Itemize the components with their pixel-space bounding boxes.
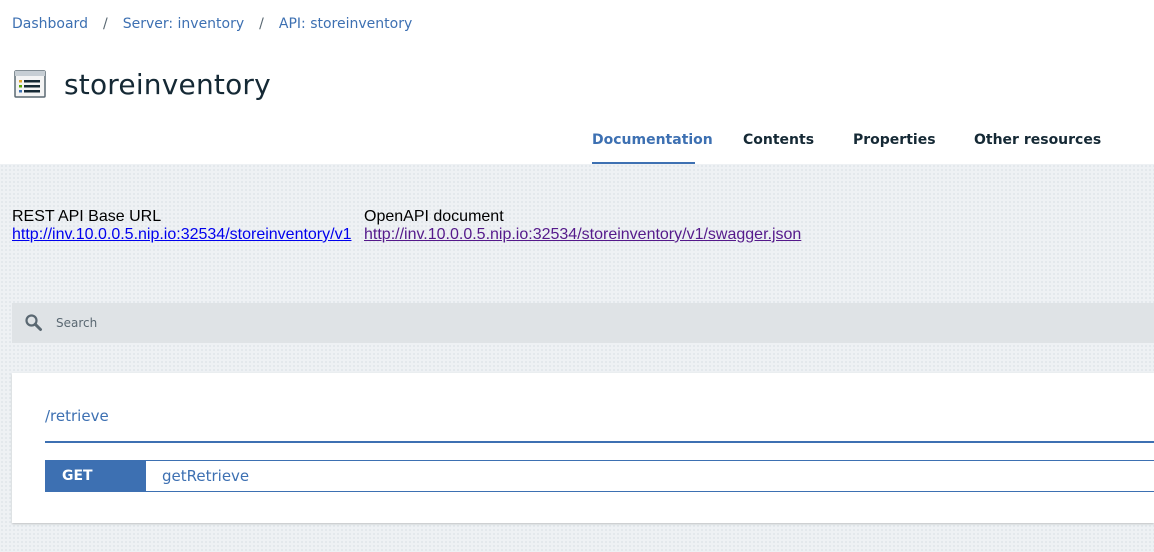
operation-row[interactable]: GET getRetrieve (45, 460, 1154, 492)
openapi-label: OpenAPI document (364, 208, 504, 225)
endpoint-path[interactable]: /retrieve (45, 407, 109, 425)
tab-bar: Documentation Contents Properties Other … (0, 122, 1154, 164)
breadcrumb-dashboard[interactable]: Dashboard (12, 16, 88, 32)
base-url-label: REST API Base URL (12, 208, 162, 225)
page-header: storeinventory (14, 64, 271, 104)
operation-id: getRetrieve (162, 467, 250, 485)
search-icon (25, 314, 42, 331)
breadcrumb-separator: / (259, 16, 264, 32)
documentation-panel: REST API Base URL http://inv.10.0.0.5.ni… (0, 164, 1154, 552)
tab-properties[interactable]: Properties (853, 122, 936, 162)
tab-contents[interactable]: Contents (743, 122, 814, 162)
breadcrumb-api[interactable]: API: storeinventory (279, 16, 412, 32)
openapi-block: OpenAPI document http://inv.10.0.0.5.nip… (364, 208, 801, 244)
tab-other-resources[interactable]: Other resources (974, 122, 1101, 162)
base-url-block: REST API Base URL http://inv.10.0.0.5.ni… (12, 208, 351, 244)
breadcrumb-server[interactable]: Server: inventory (123, 16, 244, 32)
tab-documentation[interactable]: Documentation (592, 122, 713, 164)
openapi-link[interactable]: http://inv.10.0.0.5.nip.io:32534/storein… (364, 226, 801, 244)
search-bar (12, 303, 1154, 343)
base-url-link[interactable]: http://inv.10.0.0.5.nip.io:32534/storein… (12, 226, 351, 244)
search-input[interactable] (56, 308, 456, 338)
breadcrumb: Dashboard / Server: inventory / API: sto… (12, 14, 412, 34)
method-badge: GET (46, 461, 146, 491)
endpoint-divider (45, 441, 1154, 443)
api-list-icon (14, 70, 46, 98)
breadcrumb-separator: / (102, 16, 108, 32)
endpoint-card: /retrieve GET getRetrieve (12, 373, 1154, 523)
page-title: storeinventory (64, 67, 271, 101)
